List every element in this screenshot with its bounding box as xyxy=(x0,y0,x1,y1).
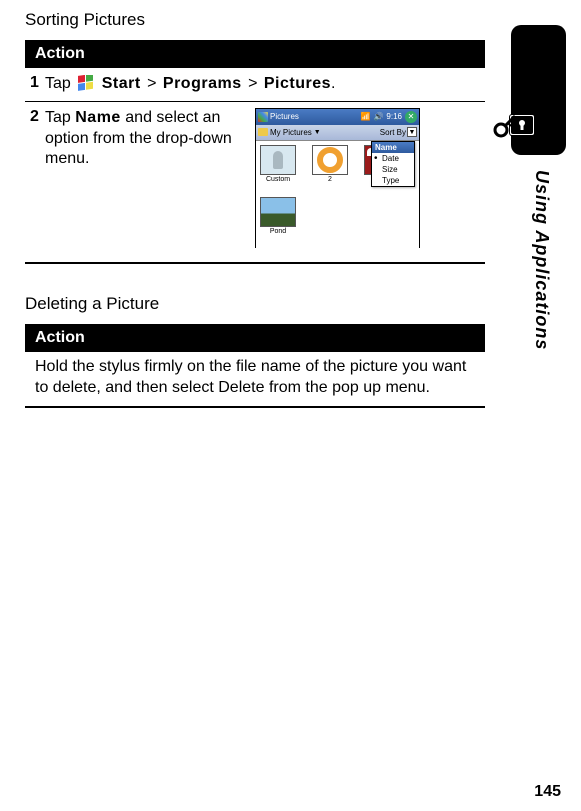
step-1-num: 1 xyxy=(25,74,45,92)
thumb-2: 2 xyxy=(312,145,348,183)
step1-programs: Programs xyxy=(163,75,242,92)
lock-key-icon xyxy=(493,90,543,140)
menu-header: Name xyxy=(372,142,414,153)
action-header-2: Action xyxy=(25,324,485,352)
delete-action-body: Hold the stylus firmly on the file name … xyxy=(25,352,485,409)
menu-item-date: Date xyxy=(372,153,414,164)
step1-start: Start xyxy=(102,75,141,92)
step1-dot: . xyxy=(331,75,335,92)
thumb-label-3: Pond xyxy=(260,228,296,235)
dropdown-icon: ▼ xyxy=(407,127,417,137)
step2-name: Name xyxy=(75,109,121,126)
side-tab xyxy=(511,25,566,155)
thumb-pond: Pond xyxy=(260,197,296,235)
ss-sortby-label: Sort By xyxy=(380,128,406,137)
folder-icon xyxy=(258,128,268,136)
sort-menu: Name Date Size Type xyxy=(371,141,415,187)
menu-item-type: Type xyxy=(372,175,414,186)
action-header-1: Action xyxy=(25,40,485,68)
side-label: Using Applications xyxy=(531,170,552,350)
ss-titlebar: Pictures 📶 🔊 9:16 ✕ xyxy=(256,109,419,125)
divider-1 xyxy=(25,262,485,264)
speaker-icon: 🔊 xyxy=(373,112,383,121)
windows-start-icon xyxy=(77,75,95,93)
signal-icon: 📶 xyxy=(360,112,370,121)
ss-time: 9:16 xyxy=(386,112,402,121)
ss-toolbar: My Pictures ▼ Sort By ▼ xyxy=(256,125,419,141)
ss-title: Pictures xyxy=(270,112,299,121)
step-2-num: 2 xyxy=(25,108,45,126)
step2-prefix: Tap xyxy=(45,109,75,126)
step-1-text: Tap Start > Programs > Pictures. xyxy=(45,74,485,95)
step1-prefix: Tap xyxy=(45,75,75,92)
thumb-label-1: 2 xyxy=(312,176,348,183)
chevron-down-icon: ▼ xyxy=(314,129,321,136)
gt1: > xyxy=(147,75,156,92)
section-heading-deleting: Deleting a Picture xyxy=(25,294,485,314)
thumb-custom: Custom xyxy=(260,145,296,183)
step-2-text: Tap Name and select an option from the d… xyxy=(45,108,245,248)
page-number: 145 xyxy=(534,783,561,801)
ss-body: Custom 2 101 Pond xyxy=(256,141,419,249)
menu-item-size: Size xyxy=(372,164,414,175)
gt2: > xyxy=(248,75,257,92)
thumb-label-0: Custom xyxy=(260,176,296,183)
pda-screenshot: Pictures 📶 🔊 9:16 ✕ My Pictures ▼ xyxy=(255,108,420,248)
ss-folder-name: My Pictures xyxy=(270,128,312,137)
close-icon: ✕ xyxy=(405,111,417,123)
windows-flag-icon xyxy=(258,112,268,122)
step1-pictures: Pictures xyxy=(264,75,331,92)
step-2-row: 2 Tap Name and select an option from the… xyxy=(25,102,485,254)
section-heading-sorting: Sorting Pictures xyxy=(25,10,485,30)
side-panel: Using Applications xyxy=(501,25,566,350)
step-1-row: 1 Tap Start > Programs > Pictures. xyxy=(25,68,485,102)
